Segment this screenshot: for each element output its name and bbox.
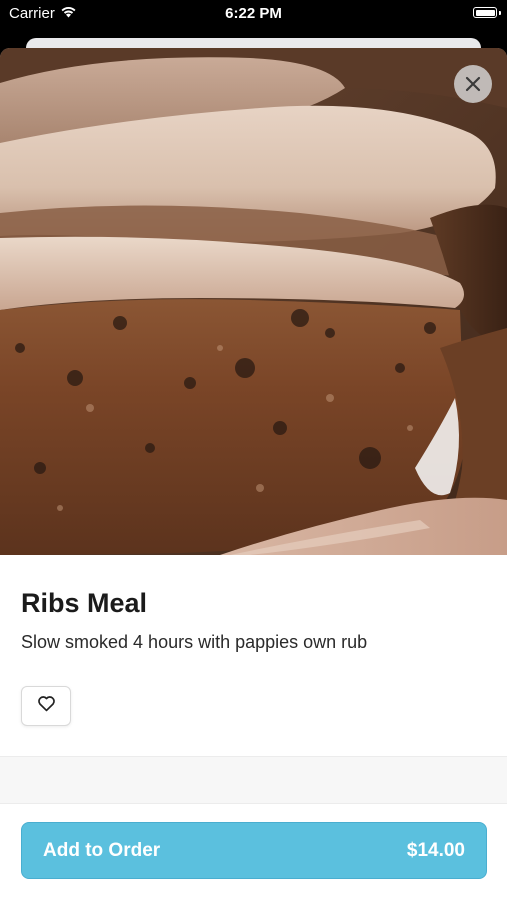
order-price: $14.00 (406, 839, 465, 861)
smoked-meat-slices-photo (0, 48, 507, 555)
add-to-order-label: Add to Order (43, 839, 161, 861)
battery-icon (473, 7, 497, 18)
close-button[interactable] (454, 65, 492, 103)
status-time: 6:22 PM (225, 5, 282, 22)
heart-outline-icon (37, 695, 56, 717)
item-title: Ribs Meal (21, 588, 148, 618)
favorite-button[interactable] (21, 686, 71, 726)
item-photo (0, 48, 507, 555)
item-description: Slow smoked 4 hours with pappies own rub (21, 632, 368, 652)
status-bar: Carrier 6:22 PM (0, 0, 507, 30)
close-icon (465, 76, 481, 92)
battery-cap (499, 11, 501, 15)
item-detail-sheet: Ribs Meal Slow smoked 4 hours with pappi… (0, 48, 507, 900)
add-to-order-button[interactable]: Add to Order $14.00 (21, 822, 487, 879)
section-divider (0, 756, 507, 804)
screen: Carrier 6:22 PM Ribs Meal Slow smoked 4 … (0, 0, 507, 900)
